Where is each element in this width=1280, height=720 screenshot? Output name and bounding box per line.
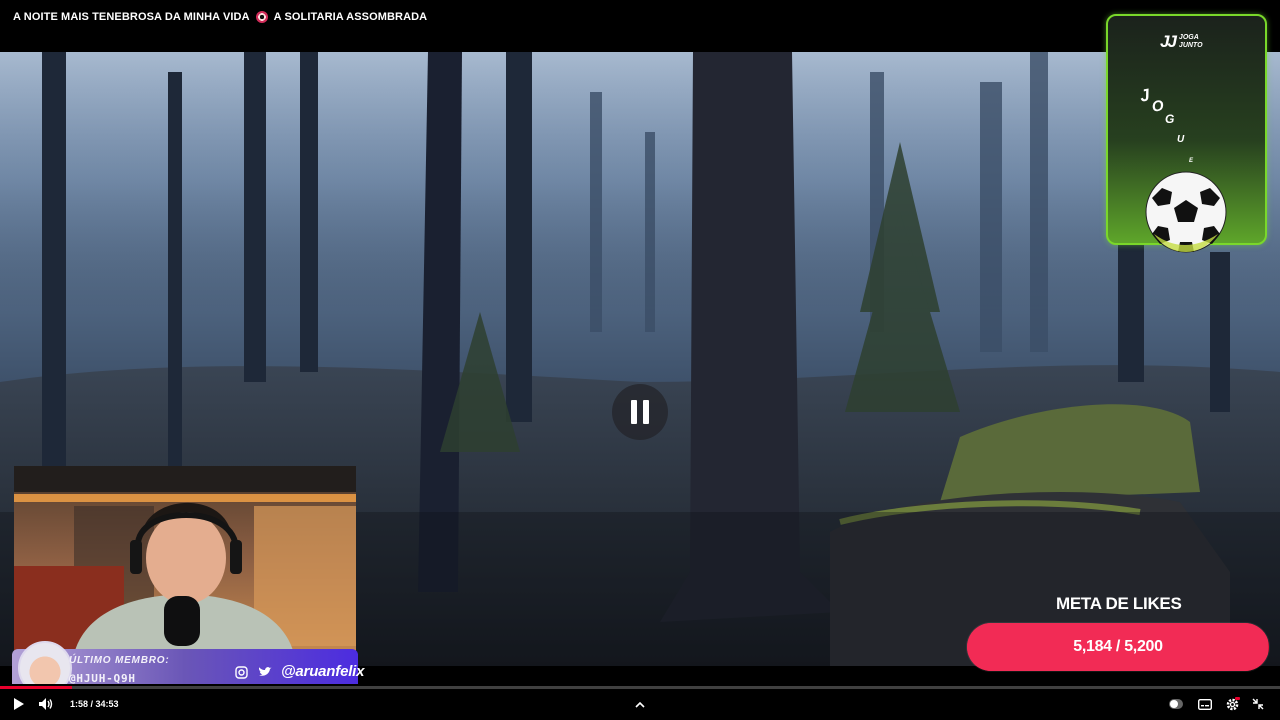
- likes-goal-bar: 5,184 / 5,200: [967, 623, 1269, 671]
- chevron-up-icon: [635, 701, 645, 708]
- top-bar: A NOITE MAIS TENEBROSA DA MINHA VIDA A S…: [0, 0, 1280, 52]
- social-handle: @aruanfelix: [281, 663, 365, 680]
- exit-fullscreen-button[interactable]: [1250, 696, 1266, 712]
- sponsor-card: JJ JOGA JUNTO J O G U E: [1106, 14, 1267, 253]
- player-controls: 1:58 / 34:53: [0, 684, 1280, 720]
- likes-goal-title: META DE LIKES: [1056, 594, 1182, 613]
- streamer-camera: [14, 466, 356, 654]
- play-button[interactable]: [11, 696, 25, 712]
- expand-button[interactable]: [633, 696, 647, 712]
- video-title: A NOITE MAIS TENEBROSA DA MINHA VIDA A S…: [13, 11, 427, 23]
- pause-button[interactable]: [612, 384, 668, 440]
- brand-logo: JJ JOGA JUNTO: [1160, 32, 1203, 51]
- captions-button[interactable]: [1197, 696, 1213, 712]
- progress-bar[interactable]: [0, 686, 1280, 689]
- gear-icon: [1226, 696, 1240, 710]
- webcam-feed: [14, 466, 356, 654]
- autoplay-icon: [1169, 699, 1183, 709]
- volume-button[interactable]: [38, 696, 54, 712]
- member-label: ÚLTIMO MEMBRO:: [69, 655, 170, 666]
- video-title-right: A SOLITARIA ASSOMBRADA: [273, 11, 428, 23]
- pause-icon: [631, 400, 637, 424]
- emoji-icon: [255, 11, 268, 23]
- soccer-ball-icon: [1145, 171, 1227, 253]
- video-title-left: A NOITE MAIS TENEBROSA DA MINHA VIDA: [13, 11, 250, 23]
- time-display: 1:58 / 34:53: [70, 699, 119, 709]
- exit-fullscreen-icon: [1252, 698, 1264, 710]
- likes-goal-count: 5,184 / 5,200: [1073, 638, 1163, 655]
- progress-played: [0, 686, 73, 689]
- autoplay-toggle[interactable]: [1168, 696, 1184, 712]
- captions-icon: [1198, 698, 1212, 710]
- instagram-icon: [234, 665, 248, 679]
- play-icon: [13, 698, 24, 710]
- volume-icon: [38, 698, 52, 710]
- twitter-icon: [258, 665, 272, 679]
- settings-button[interactable]: [1224, 696, 1240, 712]
